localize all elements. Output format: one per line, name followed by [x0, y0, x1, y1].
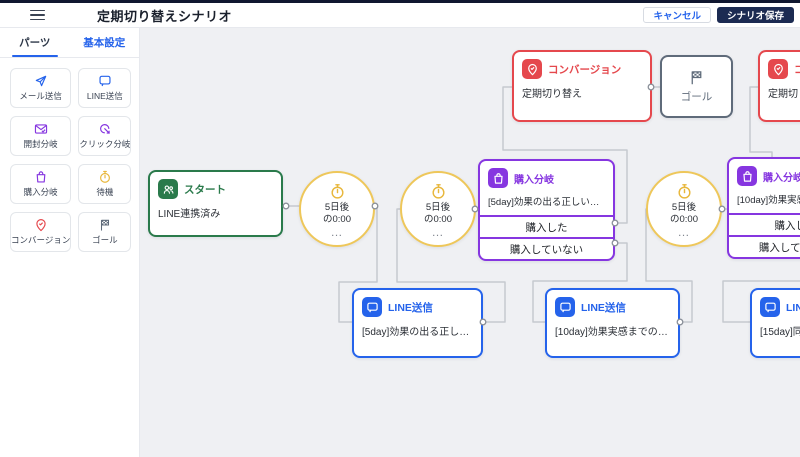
- part-open-branch[interactable]: 開封分岐: [10, 116, 71, 156]
- node-menu-trigger[interactable]: …: [432, 229, 445, 235]
- part-wait[interactable]: 待機: [78, 164, 131, 204]
- node-title: LINE送信: [388, 300, 433, 315]
- paper-plane-icon: [34, 74, 48, 88]
- node-description: [10day]効果実感まで: [729, 186, 800, 213]
- header-actions: キャンセル シナリオ保存: [643, 7, 794, 23]
- pin-check-icon: [522, 59, 542, 79]
- chat-square-icon: [760, 297, 780, 317]
- wait-time-line2: の0:00: [670, 214, 698, 226]
- part-mail-send[interactable]: メール送信: [10, 68, 71, 108]
- parts-sidebar: パーツ 基本設定 メール送信 LINE送信 開封分岐 クリック分岐 購入分岐 待…: [0, 28, 140, 457]
- wait-time-line2: の0:00: [323, 214, 351, 226]
- node-title: 購入分岐: [763, 169, 800, 184]
- node-description: 定期切り替え: [760, 79, 800, 100]
- node-title: スタート: [184, 182, 226, 197]
- node-menu-trigger[interactable]: …: [678, 229, 691, 235]
- node-line-send-3[interactable]: LINE送信 [15day]同じ: [750, 288, 800, 358]
- node-purchase-branch-2[interactable]: 購入分岐 [10day]効果実感まで 購入した 購入していない: [727, 157, 800, 259]
- branch-output-not-purchased[interactable]: 購入していない: [480, 237, 613, 259]
- node-start[interactable]: スタート LINE連携済み: [148, 170, 283, 237]
- envelope-check-icon: [34, 122, 48, 136]
- node-description: [10day]効果実感までの最短期間…: [547, 317, 678, 338]
- shopping-bag-icon: [737, 166, 757, 186]
- stopwatch-icon: [430, 183, 447, 200]
- branch-output-not-purchased[interactable]: 購入していない: [729, 235, 800, 257]
- parts-grid: メール送信 LINE送信 開封分岐 クリック分岐 購入分岐 待機 コンバージョン: [0, 58, 139, 262]
- node-menu-trigger[interactable]: …: [331, 229, 344, 235]
- branch-output-purchased[interactable]: 購入した: [729, 213, 800, 235]
- part-label: LINE送信: [87, 90, 123, 102]
- stopwatch-icon: [329, 183, 346, 200]
- part-goal[interactable]: ゴール: [78, 212, 131, 252]
- chat-square-icon: [362, 297, 382, 317]
- shopping-bag-icon: [34, 170, 48, 184]
- part-purchase-branch[interactable]: 購入分岐: [10, 164, 71, 204]
- page-title: 定期切り替えシナリオ: [97, 6, 232, 25]
- node-description: LINE連携済み: [150, 199, 281, 220]
- stopwatch-icon: [98, 170, 112, 184]
- node-wait-3[interactable]: 5日後 の0:00 …: [646, 171, 722, 247]
- node-purchase-branch-1[interactable]: 購入分岐 [5day]効果の出る正しい使い方 購入した 購入していない: [478, 159, 615, 261]
- branch-output-purchased[interactable]: 購入した: [480, 215, 613, 237]
- wait-time-line1: 5日後: [325, 202, 349, 214]
- node-description: [5day]効果の出る正しい使い方: [354, 317, 481, 338]
- save-scenario-button[interactable]: シナリオ保存: [717, 7, 794, 23]
- node-description: [15day]同じ: [752, 317, 800, 338]
- tab-parts[interactable]: パーツ: [0, 28, 70, 57]
- node-description: 定期切り替え: [514, 79, 650, 100]
- node-line-send-2[interactable]: LINE送信 [10day]効果実感までの最短期間…: [545, 288, 680, 358]
- node-wait-2[interactable]: 5日後 の0:00 …: [400, 171, 476, 247]
- part-label: メール送信: [19, 90, 62, 102]
- sidebar-tabs: パーツ 基本設定: [0, 28, 139, 58]
- app-header: 定期切り替えシナリオ キャンセル シナリオ保存: [0, 3, 800, 28]
- part-label: コンバージョン: [11, 234, 70, 246]
- chat-square-icon: [98, 74, 112, 88]
- connector-dot: [283, 203, 289, 209]
- node-title: 購入分岐: [514, 171, 554, 186]
- part-label: 待機: [96, 186, 113, 198]
- node-title: LINE送信: [786, 300, 800, 315]
- shopping-bag-icon: [488, 168, 508, 188]
- cancel-button[interactable]: キャンセル: [643, 7, 711, 23]
- part-label: 開封分岐: [24, 138, 58, 150]
- click-circle-icon: [98, 122, 112, 136]
- people-icon: [158, 179, 178, 199]
- part-label: ゴール: [92, 234, 118, 246]
- checkered-flag-icon: [98, 218, 112, 232]
- pin-check-icon: [768, 59, 788, 79]
- node-conversion-1[interactable]: コンバージョン 定期切り替え: [512, 50, 652, 122]
- node-wait-1[interactable]: 5日後 の0:00 …: [299, 171, 375, 247]
- node-goal[interactable]: ゴール: [660, 55, 733, 118]
- node-title: コンバージョン: [794, 62, 800, 77]
- part-label: クリック分岐: [79, 138, 130, 150]
- hamburger-menu-icon[interactable]: [30, 10, 45, 21]
- node-title: コンバージョン: [548, 62, 621, 77]
- node-title: ゴール: [681, 89, 713, 104]
- tab-basic-settings[interactable]: 基本設定: [70, 28, 140, 57]
- scenario-canvas[interactable]: スタート LINE連携済み 5日後 の0:00 … 5日後 の0:00 … 5日…: [140, 28, 800, 457]
- part-click-branch[interactable]: クリック分岐: [78, 116, 131, 156]
- node-description: [5day]効果の出る正しい使い方: [480, 188, 613, 215]
- part-line-send[interactable]: LINE送信: [78, 68, 131, 108]
- wait-time-line1: 5日後: [672, 202, 696, 214]
- part-label: 購入分岐: [24, 186, 58, 198]
- node-line-send-1[interactable]: LINE送信 [5day]効果の出る正しい使い方: [352, 288, 483, 358]
- node-title: LINE送信: [581, 300, 626, 315]
- part-conversion[interactable]: コンバージョン: [10, 212, 71, 252]
- wait-time-line1: 5日後: [426, 202, 450, 214]
- checkered-flag-icon: [688, 69, 705, 86]
- wait-time-line2: の0:00: [424, 214, 452, 226]
- node-conversion-2[interactable]: コンバージョン 定期切り替え: [758, 50, 800, 122]
- stopwatch-icon: [676, 183, 693, 200]
- chat-square-icon: [555, 297, 575, 317]
- pin-check-icon: [34, 218, 48, 232]
